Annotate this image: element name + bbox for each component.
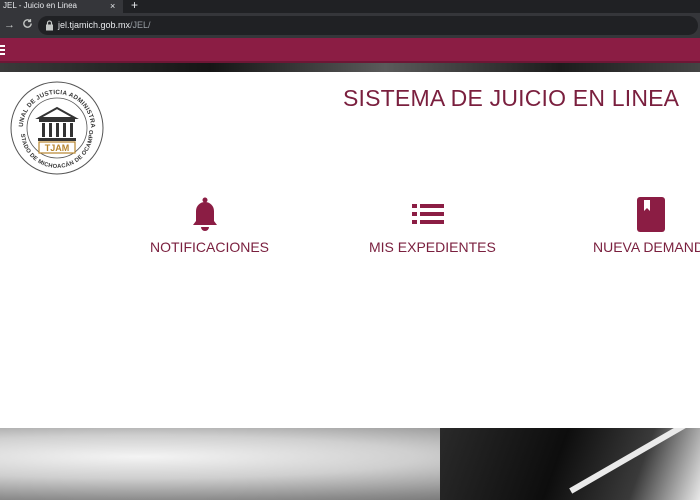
page-title: SISTEMA DE JUICIO EN LINEA: [343, 85, 680, 111]
app-header-bar: [0, 38, 700, 63]
svg-text:TJAM: TJAM: [45, 143, 70, 153]
lock-icon: [46, 20, 53, 31]
reload-icon[interactable]: [22, 18, 33, 33]
menu-label: MIS EXPEDIENTES: [369, 239, 496, 255]
bell-icon: [193, 197, 217, 231]
list-icon: [412, 204, 444, 224]
background-image-bottom: [0, 428, 700, 500]
tjam-logo: TRIBUNAL DE JUSTICIA ADMINISTRATIVA ESTA…: [9, 80, 104, 175]
book-icon: [637, 197, 665, 232]
browser-tab-strip: JEL - Juicio en Linea × +: [0, 0, 700, 13]
browser-tab[interactable]: JEL - Juicio en Linea ×: [0, 0, 123, 13]
menu-icon[interactable]: [0, 45, 5, 55]
menu-label: NOTIFICACIONES: [150, 239, 270, 255]
close-icon[interactable]: ×: [110, 0, 115, 12]
tab-title: JEL - Juicio en Linea: [3, 1, 77, 10]
url-text: jel.tjamich.gob.mx/JEL/: [58, 20, 151, 30]
address-bar[interactable]: jel.tjamich.gob.mx/JEL/: [38, 16, 698, 35]
forward-icon[interactable]: →: [4, 18, 15, 32]
browser-toolbar: → jel.tjamich.gob.mx/JEL/: [0, 13, 700, 38]
menu-label: NUEVA DEMAND: [593, 239, 700, 255]
new-tab-button[interactable]: +: [131, 0, 138, 12]
